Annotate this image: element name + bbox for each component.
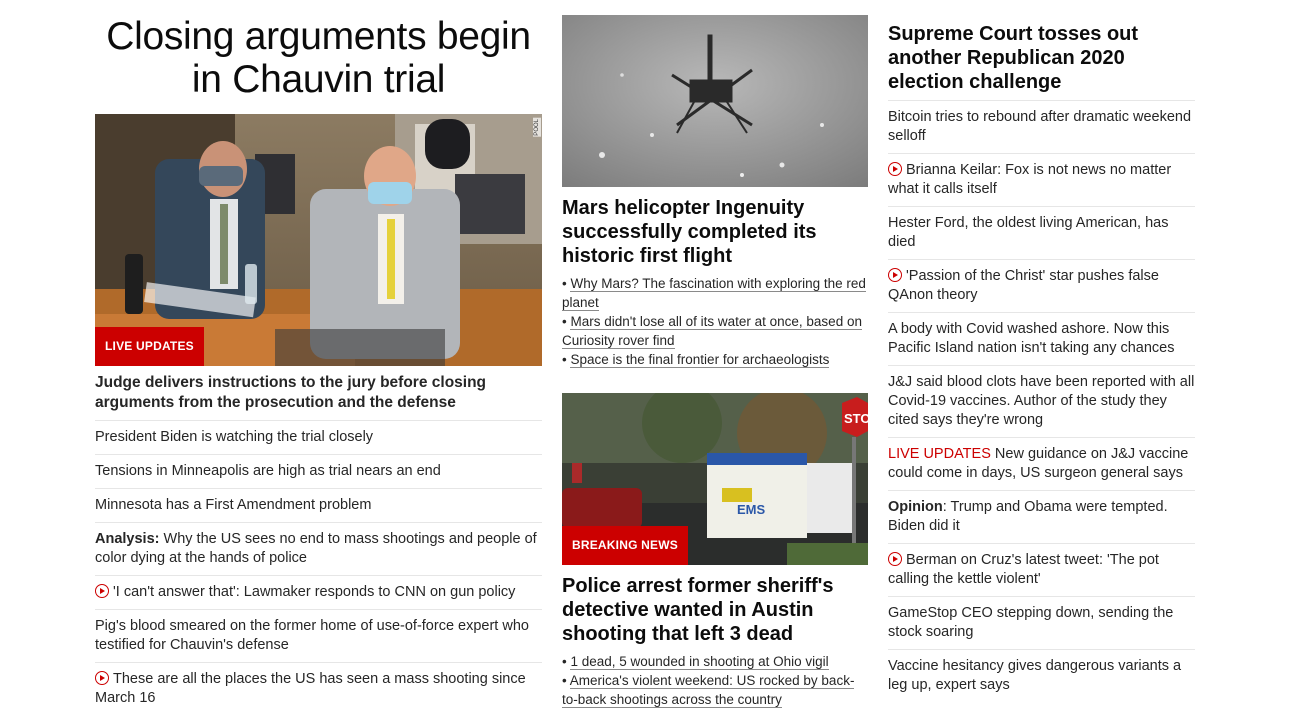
center-column: Mars helicopter Ingenuity successfully c…	[562, 0, 868, 709]
list-item[interactable]: Analysis: Why the US sees no end to mass…	[95, 523, 542, 576]
list-item[interactable]: Opinion: Trump and Obama were tempted. B…	[888, 491, 1195, 544]
list-item[interactable]: Bitcoin tries to rebound after dramatic …	[888, 101, 1195, 154]
list-item-text: Tensions in Minneapolis are high as tria…	[95, 463, 441, 479]
photo-credit: POOL	[533, 118, 541, 137]
bullet-link[interactable]: • Why Mars? The fascination with explori…	[562, 274, 868, 312]
list-item-text: Hester Ford, the oldest living American,…	[888, 215, 1169, 250]
list-item[interactable]: Tensions in Minneapolis are high as tria…	[95, 455, 542, 489]
breaking-news-badge[interactable]: BREAKING NEWS	[562, 526, 688, 565]
list-item-text: These are all the places the US has seen…	[95, 671, 526, 706]
mars-headline[interactable]: Mars helicopter Ingenuity successfully c…	[562, 196, 868, 268]
list-item[interactable]: President Biden is watching the trial cl…	[95, 421, 542, 455]
list-item[interactable]: GameStop CEO stepping down, sending the …	[888, 597, 1195, 650]
list-item[interactable]: Minnesota has a First Amendment problem	[95, 489, 542, 523]
list-item[interactable]: A body with Covid washed ashore. Now thi…	[888, 313, 1195, 366]
list-item[interactable]: Berman on Cruz's latest tweet: 'The pot …	[888, 544, 1195, 597]
item-prefix: Opinion	[888, 499, 943, 515]
lead-subheadline[interactable]: Judge delivers instructions to the jury …	[95, 373, 542, 421]
play-video-icon	[888, 552, 902, 566]
play-video-icon	[888, 162, 902, 176]
list-item-text: Minnesota has a First Amendment problem	[95, 497, 372, 513]
list-item[interactable]: 'Passion of the Christ' star pushes fals…	[888, 260, 1195, 313]
bullet-link[interactable]: • 1 dead, 5 wounded in shooting at Ohio …	[562, 652, 868, 671]
item-prefix: Analysis:	[95, 531, 160, 547]
bullet-link-text: Why Mars? The fascination with exploring…	[562, 276, 866, 311]
live-updates-label: LIVE UPDATES	[888, 446, 991, 462]
right-headline[interactable]: Supreme Court tosses out another Republi…	[888, 22, 1195, 101]
live-updates-badge[interactable]: LIVE UPDATES	[95, 327, 204, 366]
list-item-text: 'Passion of the Christ' star pushes fals…	[888, 268, 1159, 303]
mars-related-list: • Why Mars? The fascination with explori…	[562, 274, 868, 369]
bullet-link[interactable]: • Space is the final frontier for archae…	[562, 350, 868, 369]
lead-story-column: Closing arguments begin in Chauvin trial	[95, 0, 542, 715]
list-item[interactable]: 'I can't answer that': Lawmaker responds…	[95, 576, 542, 610]
list-item[interactable]: Hester Ford, the oldest living American,…	[888, 207, 1195, 260]
right-headlines-list: Bitcoin tries to rebound after dramatic …	[888, 101, 1195, 702]
list-item-text: Bitcoin tries to rebound after dramatic …	[888, 109, 1192, 144]
list-item-text: J&J said blood clots have been reported …	[888, 374, 1195, 428]
austin-headline[interactable]: Police arrest former sheriff's detective…	[562, 574, 868, 646]
lead-related-list: President Biden is watching the trial cl…	[95, 421, 542, 715]
list-item-text: A body with Covid washed ashore. Now thi…	[888, 321, 1175, 356]
lead-headline[interactable]: Closing arguments begin in Chauvin trial	[95, 15, 542, 101]
play-video-icon	[95, 584, 109, 598]
list-item[interactable]: Pig's blood smeared on the former home o…	[95, 610, 542, 663]
play-video-icon	[888, 268, 902, 282]
list-item-text: GameStop CEO stepping down, sending the …	[888, 605, 1174, 640]
list-item-text: Brianna Keilar: Fox is not news no matte…	[888, 162, 1172, 197]
play-video-icon	[95, 671, 109, 685]
list-item-text: Pig's blood smeared on the former home o…	[95, 618, 529, 653]
list-item-text: Vaccine hesitancy gives dangerous varian…	[888, 658, 1182, 693]
ems-label: EMS	[737, 502, 766, 517]
bullet-link-text: Mars didn't lose all of its water at onc…	[562, 314, 862, 349]
list-item[interactable]: These are all the places the US has seen…	[95, 663, 542, 715]
list-item[interactable]: LIVE UPDATES New guidance on J&J vaccine…	[888, 438, 1195, 491]
list-item-text: Berman on Cruz's latest tweet: 'The pot …	[888, 552, 1159, 587]
list-item-text: Why the US sees no end to mass shootings…	[95, 531, 537, 566]
list-item[interactable]: J&J said blood clots have been reported …	[888, 366, 1195, 438]
mars-helicopter-photo[interactable]	[562, 15, 868, 187]
helicopter-shadow-image	[562, 15, 868, 187]
list-item-text: 'I can't answer that': Lawmaker responds…	[113, 584, 516, 600]
bullet-link[interactable]: • Mars didn't lose all of its water at o…	[562, 312, 868, 350]
austin-shooting-photo[interactable]: EMS STO BREAKING NEWS	[562, 393, 868, 565]
bullet-link[interactable]: • America's violent weekend: US rocked b…	[562, 671, 868, 709]
lead-photo[interactable]: POOL LIVE UPDATES	[95, 114, 542, 366]
bullet-link-text: Space is the final frontier for archaeol…	[570, 352, 830, 368]
list-item[interactable]: Brianna Keilar: Fox is not news no matte…	[888, 154, 1195, 207]
bullet-link-text: America's violent weekend: US rocked by …	[562, 673, 855, 708]
stop-sign-text: STO	[844, 411, 868, 426]
list-item-text: President Biden is watching the trial cl…	[95, 429, 374, 445]
austin-related-list: • 1 dead, 5 wounded in shooting at Ohio …	[562, 652, 868, 709]
right-column: Supreme Court tosses out another Republi…	[888, 0, 1195, 702]
bullet-link-text: 1 dead, 5 wounded in shooting at Ohio vi…	[570, 654, 829, 670]
list-item[interactable]: Vaccine hesitancy gives dangerous varian…	[888, 650, 1195, 702]
